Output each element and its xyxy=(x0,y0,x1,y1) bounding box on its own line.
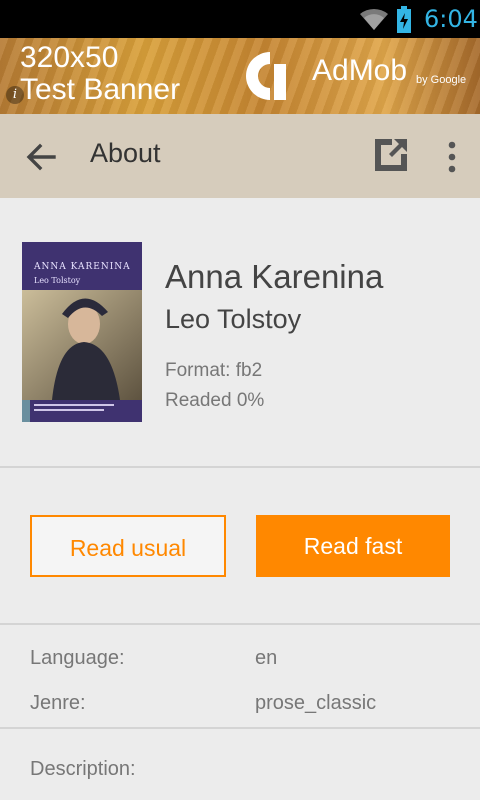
battery-charging-icon xyxy=(397,6,411,33)
info-icon[interactable]: i xyxy=(6,86,24,104)
description-label: Description: xyxy=(30,758,136,780)
read-fast-button[interactable]: Read fast xyxy=(256,515,450,577)
divider xyxy=(0,623,480,625)
wifi-icon xyxy=(360,8,388,30)
toolbar-title: About xyxy=(90,138,161,168)
ad-brand-sub: by Google xyxy=(416,74,467,86)
status-bar: 6:04 xyxy=(0,0,480,38)
book-cover-title: ANNA KARENINA xyxy=(34,262,131,272)
ad-test-text-line2: Test Banner xyxy=(20,73,181,106)
ad-test-text: 320x50 Test Banner xyxy=(20,42,180,106)
divider xyxy=(0,466,480,468)
more-vert-icon[interactable] xyxy=(438,140,466,174)
genre-label: Jenre: xyxy=(30,692,86,714)
book-cover: ANNA KARENINA Leo Tolstoy xyxy=(22,242,142,422)
ad-test-text-line1: 320x50 xyxy=(20,41,119,74)
book-progress: Readed 0% xyxy=(165,390,265,411)
arrow-back-icon[interactable] xyxy=(24,140,58,174)
language-value: en xyxy=(255,647,278,669)
open-external-icon[interactable] xyxy=(372,136,410,174)
book-author: Leo Tolstoy xyxy=(165,304,302,334)
genre-value: prose_classic xyxy=(255,692,377,714)
read-usual-button[interactable]: Read usual xyxy=(30,515,226,577)
divider xyxy=(0,727,480,729)
status-clock: 6:04 xyxy=(424,5,478,33)
ad-brand: AdMob xyxy=(312,54,408,87)
app-toolbar: About xyxy=(0,114,480,198)
book-cover-author: Leo Tolstoy xyxy=(34,276,81,285)
ad-banner[interactable]: 320x50 Test Banner AdMob by Google xyxy=(0,38,480,114)
book-format: Format: fb2 xyxy=(165,360,263,381)
language-label: Language: xyxy=(30,647,125,669)
book-title: Anna Karenina xyxy=(165,258,384,295)
admob-logo-icon xyxy=(246,52,286,100)
